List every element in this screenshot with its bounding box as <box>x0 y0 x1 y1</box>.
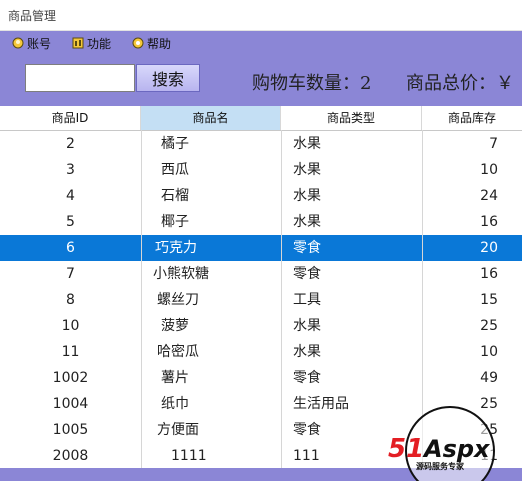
cell-type[interactable]: 水果 <box>281 183 422 209</box>
cell-id[interactable]: 4 <box>0 183 141 209</box>
cell-name[interactable]: 菠萝 <box>141 313 281 339</box>
cell-id[interactable]: 1002 <box>0 365 141 391</box>
cell-id[interactable]: 1005 <box>0 417 141 443</box>
cell-type[interactable]: 水果 <box>281 131 422 157</box>
cell-name[interactable]: 哈密瓜 <box>141 339 281 365</box>
cell-id[interactable]: 10 <box>0 313 141 339</box>
table-row[interactable]: 10 菠萝 水果 25 <box>0 313 522 339</box>
total-price-label: 商品总价：￥ <box>406 73 514 94</box>
menu-item-account-label: 账号 <box>27 36 52 51</box>
cell-id[interactable]: 8 <box>0 287 141 313</box>
search-button[interactable]: 搜索 <box>136 64 200 92</box>
cell-stock[interactable]: 10 <box>422 157 522 183</box>
cell-type[interactable]: 零食 <box>281 261 422 287</box>
table-row[interactable]: 8 螺丝刀 工具 15 <box>0 287 522 313</box>
cell-type[interactable]: 水果 <box>281 313 422 339</box>
column-header-id[interactable]: 商品ID <box>0 106 141 130</box>
menu-item-function[interactable]: 功能 <box>72 35 111 51</box>
cell-stock[interactable]: 20 <box>422 235 522 261</box>
column-header-stock[interactable]: 商品库存 <box>422 106 522 130</box>
menu-item-function-label: 功能 <box>87 36 112 51</box>
help-icon <box>132 37 144 49</box>
cell-stock[interactable]: 16 <box>422 209 522 235</box>
function-icon <box>72 37 84 49</box>
column-header-name[interactable]: 商品名 <box>141 106 281 130</box>
title-bar: 商品管理 <box>0 0 522 31</box>
cell-id[interactable]: 1004 <box>0 391 141 417</box>
toolbar: 搜索 购物车数量：2 商品总价：￥ <box>0 55 522 106</box>
svg-text:51: 51 <box>388 434 424 464</box>
svg-text:Aspx: Aspx <box>422 435 491 463</box>
cell-stock[interactable]: 16 <box>422 261 522 287</box>
cell-name[interactable]: 椰子 <box>141 209 281 235</box>
table-row[interactable]: 5 椰子 水果 16 <box>0 209 522 235</box>
cell-type[interactable]: 零食 <box>281 365 422 391</box>
table-row[interactable]: 11 哈密瓜 水果 10 <box>0 339 522 365</box>
cell-id[interactable]: 11 <box>0 339 141 365</box>
cell-name[interactable]: 小熊软糖 <box>141 261 281 287</box>
cell-id[interactable]: 2008 <box>0 443 141 468</box>
table-row[interactable]: 1002 薯片 零食 49 <box>0 365 522 391</box>
window-title: 商品管理 <box>8 9 57 23</box>
cell-stock[interactable]: 7 <box>422 131 522 157</box>
cell-name[interactable]: 西瓜 <box>141 157 281 183</box>
cell-stock[interactable]: 15 <box>422 287 522 313</box>
menu-item-help-label: 帮助 <box>147 36 172 51</box>
svg-text:源码服务专家: 源码服务专家 <box>416 461 465 471</box>
cell-type[interactable]: 水果 <box>281 339 422 365</box>
cell-stock[interactable]: 10 <box>422 339 522 365</box>
table-row[interactable]: 2 橘子 水果 7 <box>0 131 522 157</box>
menu-bar: 账号 功能 帮助 <box>0 31 522 55</box>
cell-id[interactable]: 6 <box>0 235 141 261</box>
cell-stock[interactable]: 25 <box>422 313 522 339</box>
cell-stock[interactable]: 49 <box>422 365 522 391</box>
account-icon <box>12 37 24 49</box>
table-row[interactable]: 3 西瓜 水果 10 <box>0 157 522 183</box>
cell-name[interactable]: 方便面 <box>141 417 281 443</box>
cell-name[interactable]: 螺丝刀 <box>141 287 281 313</box>
menu-item-account[interactable]: 账号 <box>12 35 51 51</box>
column-header-type[interactable]: 商品类型 <box>281 106 422 130</box>
cell-id[interactable]: 3 <box>0 157 141 183</box>
column-divider <box>141 130 142 468</box>
cell-type[interactable]: 零食 <box>281 235 422 261</box>
cell-name[interactable]: 薯片 <box>141 365 281 391</box>
cell-name[interactable]: 纸巾 <box>141 391 281 417</box>
cell-id[interactable]: 7 <box>0 261 141 287</box>
menu-item-help[interactable]: 帮助 <box>132 35 171 51</box>
table-row[interactable]: 7 小熊软糖 零食 16 <box>0 261 522 287</box>
cell-id[interactable]: 5 <box>0 209 141 235</box>
watermark-logo: 51 Aspx 源码服务专家 <box>388 406 495 481</box>
grid-header-row: 商品ID 商品名 商品类型 商品库存 <box>0 106 522 131</box>
cell-name[interactable]: 1111 <box>141 443 281 468</box>
cart-count-label: 购物车数量：2 <box>252 73 372 94</box>
table-row[interactable]: 6 巧克力 零食 20 <box>0 235 522 261</box>
column-divider <box>281 130 282 468</box>
cell-name[interactable]: 巧克力 <box>141 235 281 261</box>
search-input[interactable] <box>25 64 135 92</box>
cell-name[interactable]: 橘子 <box>141 131 281 157</box>
cell-stock[interactable]: 24 <box>422 183 522 209</box>
cell-type[interactable]: 工具 <box>281 287 422 313</box>
cell-name[interactable]: 石榴 <box>141 183 281 209</box>
table-row[interactable]: 4 石榴 水果 24 <box>0 183 522 209</box>
cell-type[interactable]: 水果 <box>281 209 422 235</box>
cell-id[interactable]: 2 <box>0 131 141 157</box>
cell-type[interactable]: 水果 <box>281 157 422 183</box>
